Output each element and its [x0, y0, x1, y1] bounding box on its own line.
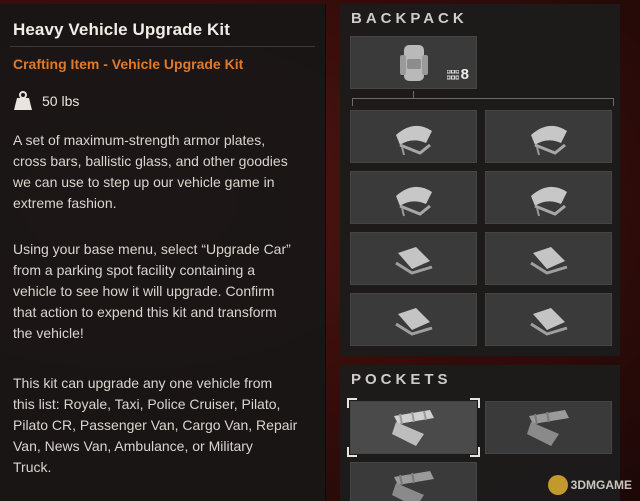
bag-capacity: 8: [446, 66, 469, 83]
pocket-slot[interactable]: [485, 401, 612, 454]
backpack-slot[interactable]: [350, 232, 477, 285]
backpack-slot[interactable]: [485, 110, 612, 163]
description-line: This kit can upgrade any one vehicle fro…: [13, 375, 273, 391]
backpack-slot[interactable]: [350, 171, 477, 224]
tree-connector: [352, 98, 353, 106]
description-line: Using your base menu, select “Upgrade Ca…: [13, 241, 291, 257]
heavy-kit-icon: [526, 409, 569, 446]
plate-kit-icon: [394, 246, 432, 275]
description-line: Pilato CR, Passenger Van, Cargo Van, Rep…: [13, 417, 298, 433]
backpack-slot[interactable]: [485, 171, 612, 224]
plate-kit-icon: [529, 307, 567, 336]
backpack-bag-slot[interactable]: 8: [350, 36, 477, 89]
backpack-title: BACKPACK: [351, 10, 468, 27]
bag-count: 8: [460, 66, 469, 83]
selection-corner: [347, 447, 357, 457]
backpack-slot[interactable]: [485, 293, 612, 346]
watermark-logo-icon: [547, 475, 568, 495]
heavy-kit-icon: [391, 470, 434, 501]
description-paragraph-3: This kit can upgrade any one vehicle fro…: [13, 373, 318, 478]
description-paragraph-2: Using your base menu, select “Upgrade Ca…: [13, 239, 318, 344]
armor-kit-icon: [530, 186, 567, 216]
item-weight: 50 lbs: [42, 93, 80, 109]
heavy-kit-icon: [391, 409, 434, 446]
grid-icon: [446, 69, 459, 79]
watermark: 3DMGAME: [547, 475, 632, 495]
description-line: from a parking spot facility containing …: [13, 262, 256, 278]
description-paragraph-1: A set of maximum-strength armor plates, …: [13, 130, 318, 214]
backpack-icon: [399, 44, 428, 81]
selection-corner: [347, 398, 357, 408]
pocket-slot[interactable]: [350, 462, 477, 501]
weight-row: 50 lbs: [12, 90, 79, 112]
tree-connector: [413, 91, 414, 99]
title-divider: [10, 46, 315, 47]
description-line: the vehicle!: [13, 325, 84, 341]
pocket-slot-selected[interactable]: [350, 401, 477, 454]
description-line: that action to expend this kit and trans…: [13, 304, 277, 320]
plate-kit-icon: [529, 246, 567, 275]
tree-connector: [613, 98, 614, 106]
description-line: we can use to step up our vehicle game i…: [13, 174, 275, 190]
watermark-text: 3DMGAME: [570, 478, 632, 492]
armor-kit-icon: [395, 125, 432, 155]
description-line: extreme fashion.: [13, 195, 117, 211]
backpack-slot[interactable]: [350, 110, 477, 163]
description-line: this list: Royale, Taxi, Police Cruiser,…: [13, 396, 281, 412]
backpack-slot[interactable]: [350, 293, 477, 346]
pockets-title: POCKETS: [351, 371, 452, 388]
backpack-slot[interactable]: [485, 232, 612, 285]
plate-kit-icon: [394, 307, 432, 336]
backpack-panel: BACKPACK 8: [340, 4, 620, 356]
item-detail-panel: Heavy Vehicle Upgrade Kit Crafting Item …: [0, 4, 326, 501]
description-line: cross bars, ballistic glass, and other g…: [13, 153, 288, 169]
description-line: vehicle to see how it will upgrade. Conf…: [13, 283, 275, 299]
tree-connector: [352, 98, 614, 99]
selection-corner: [470, 447, 480, 457]
description-line: Van, News Van, Ambulance, or Military: [13, 438, 253, 454]
armor-kit-icon: [395, 186, 432, 216]
description-line: Truck.: [13, 459, 52, 475]
description-line: A set of maximum-strength armor plates,: [13, 132, 266, 148]
selection-corner: [470, 398, 480, 408]
weight-icon: [14, 91, 32, 110]
armor-kit-icon: [530, 125, 567, 155]
item-title: Heavy Vehicle Upgrade Kit: [13, 20, 230, 39]
item-subtitle: Crafting Item - Vehicle Upgrade Kit: [13, 56, 244, 72]
